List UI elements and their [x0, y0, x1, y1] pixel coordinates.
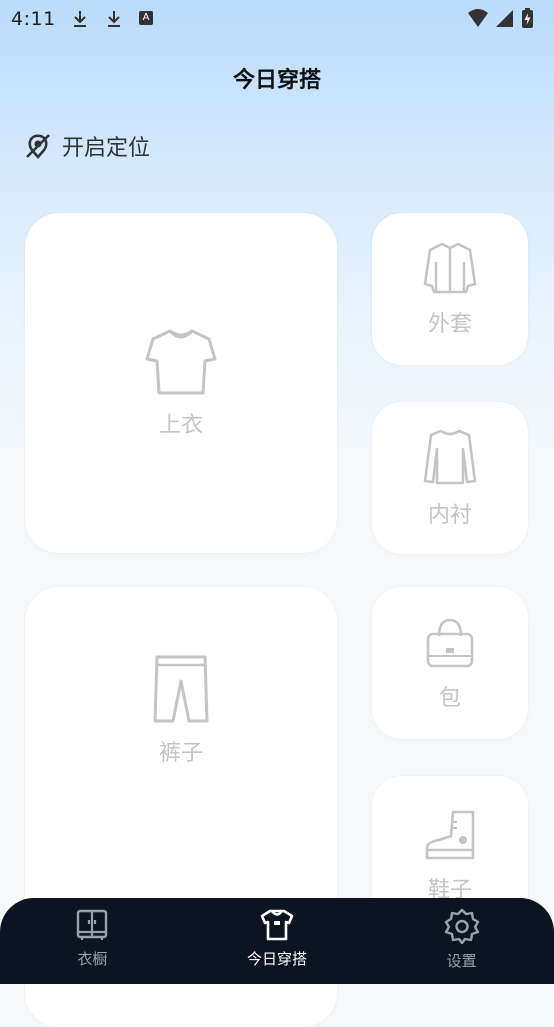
nav-item-today-outfit[interactable]: 今日穿搭 — [185, 898, 370, 984]
gear-icon — [444, 908, 479, 944]
status-time: 4:11 — [11, 8, 56, 30]
system-status-icons — [468, 8, 533, 28]
category-card-inner[interactable]: 内衬 — [372, 402, 528, 554]
location-off-icon — [26, 134, 50, 159]
long-sleeve-icon — [423, 429, 477, 485]
nav-label: 今日穿搭 — [247, 950, 308, 968]
category-label: 裤子 — [158, 740, 203, 766]
category-card-coat[interactable]: 外套 — [372, 213, 528, 365]
category-card-tops[interactable]: 上衣 — [25, 213, 337, 553]
signal-icon — [496, 10, 513, 27]
page-title: 今日穿搭 — [232, 68, 321, 93]
category-label: 上衣 — [158, 413, 203, 438]
tshirt-icon — [145, 329, 217, 395]
category-label: 包 — [438, 686, 461, 711]
outfit-icon — [260, 909, 294, 941]
wardrobe-icon — [77, 909, 108, 940]
boot-icon — [425, 810, 475, 860]
download-icon — [74, 11, 86, 27]
a-notification-icon: A — [139, 11, 153, 25]
download-icon — [108, 11, 120, 27]
status-bar: 4:11 A — [0, 0, 554, 38]
category-label: 内衬 — [427, 503, 472, 528]
wifi-icon — [468, 9, 488, 27]
pants-icon — [153, 655, 209, 722]
nav-item-wardrobe[interactable]: 衣橱 — [0, 898, 185, 984]
nav-label: 衣橱 — [77, 950, 108, 968]
bottom-navigation: 衣橱 今日穿搭 设置 — [0, 898, 554, 984]
jacket-icon — [423, 242, 477, 294]
bag-icon — [426, 618, 474, 668]
nav-label: 设置 — [446, 952, 477, 970]
category-card-bag[interactable]: 包 — [372, 587, 528, 739]
category-label: 外套 — [427, 312, 472, 337]
location-label: 开启定位 — [62, 136, 151, 161]
nav-item-settings[interactable]: 设置 — [369, 898, 554, 984]
location-toggle[interactable]: 开启定位 — [24, 131, 150, 161]
